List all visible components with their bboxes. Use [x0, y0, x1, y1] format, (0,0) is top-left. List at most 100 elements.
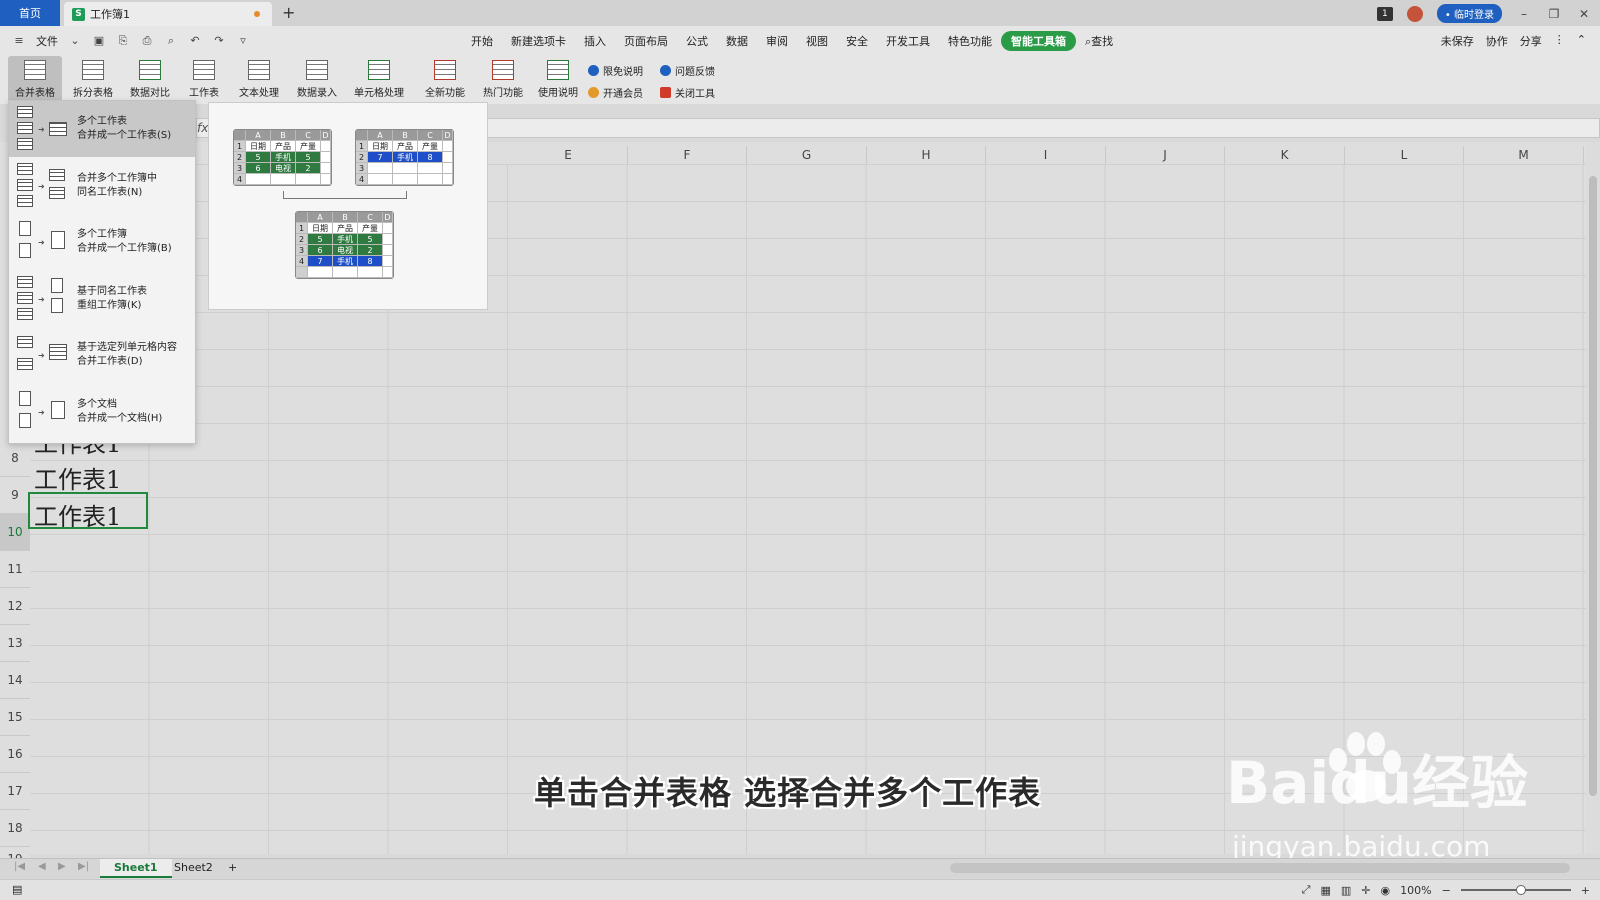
first-sheet-icon[interactable]: |◀	[14, 861, 25, 872]
print-preview-icon[interactable]: ⌕	[164, 34, 178, 48]
data-compare-button[interactable]: 数据对比	[122, 56, 178, 102]
cell-process-button[interactable]: 单元格处理	[348, 56, 410, 102]
zoom-level[interactable]: 100%	[1400, 884, 1431, 897]
menu-security[interactable]: 安全	[837, 31, 877, 51]
new-tab-button[interactable]: +	[282, 3, 295, 22]
row-header-16[interactable]: 16	[0, 736, 30, 773]
last-sheet-icon[interactable]: ▶|	[78, 861, 89, 872]
document-tab[interactable]: S 工作簿1	[64, 2, 272, 26]
normal-view-icon[interactable]: ▦	[1320, 884, 1330, 897]
fullscreen-icon[interactable]: ⤢	[1302, 883, 1311, 897]
zoom-out-icon[interactable]: −	[1442, 884, 1451, 897]
row-header-17[interactable]: 17	[0, 773, 30, 810]
horizontal-scrollbar[interactable]	[950, 863, 1570, 873]
avatar[interactable]	[1406, 5, 1423, 22]
more-icon[interactable]: ⋮	[1554, 33, 1565, 49]
merge-workbooks-item[interactable]: ➜ 多个工作簿 合并成一个工作簿(B)	[9, 214, 195, 270]
row-header-15[interactable]: 15	[0, 699, 30, 736]
zoom-in-icon[interactable]: +	[1581, 884, 1590, 897]
window-count-badge[interactable]: 1	[1376, 6, 1393, 21]
worksheet-button[interactable]: 工作表	[182, 56, 226, 102]
merge-sheets-to-one-item[interactable]: ➜ 多个工作表 合并成一个工作表(S)	[9, 101, 195, 157]
chevron-down-icon[interactable]: ⌄	[68, 34, 82, 48]
new-features-button[interactable]: 全新功能	[418, 56, 472, 102]
column-header-f[interactable]: F	[628, 146, 747, 164]
row-header-8[interactable]: 8	[0, 440, 30, 477]
menu-features[interactable]: 特色功能	[939, 31, 1001, 51]
redo-icon[interactable]: ↷	[212, 34, 226, 48]
home-tab[interactable]: 首页	[0, 0, 60, 26]
next-sheet-icon[interactable]: ▶	[58, 861, 66, 872]
usage-guide-button[interactable]: 使用说明	[536, 56, 580, 102]
data-entry-button[interactable]: 数据录入	[290, 56, 344, 102]
eye-protection-icon[interactable]: ◉	[1381, 884, 1391, 897]
undo-icon[interactable]: ↶	[188, 34, 202, 48]
prev-sheet-icon[interactable]: ◀	[38, 861, 46, 872]
merge-documents-item[interactable]: ➜ 多个文档 合并成一个文档(H)	[9, 384, 195, 440]
open-vip-link[interactable]: 开通会员	[588, 85, 643, 100]
column-header-g[interactable]: G	[747, 146, 867, 164]
customize-icon[interactable]: ▿	[236, 34, 250, 48]
column-header-j[interactable]: J	[1106, 146, 1225, 164]
restore-icon[interactable]: ❐	[1546, 7, 1562, 21]
vertical-scrollbar[interactable]	[1586, 142, 1600, 854]
close-icon[interactable]: ✕	[1576, 7, 1592, 21]
vertical-scroll-thumb[interactable]	[1589, 176, 1597, 796]
menu-review[interactable]: 审阅	[757, 31, 797, 51]
menu-start[interactable]: 开始	[462, 31, 502, 51]
fx-icon[interactable]: fx	[197, 121, 208, 135]
column-header-h[interactable]: H	[867, 146, 986, 164]
export-icon[interactable]: ⎘	[116, 34, 130, 48]
text-process-button[interactable]: 文本处理	[232, 56, 286, 102]
column-header-m[interactable]: M	[1464, 146, 1584, 164]
menu-page-layout[interactable]: 页面布局	[615, 31, 677, 51]
page-break-view-icon[interactable]: ▥	[1341, 884, 1351, 897]
reading-mode-icon[interactable]: ✛	[1361, 884, 1370, 897]
hamburger-icon[interactable]: ≡	[12, 34, 26, 48]
menu-new-tab[interactable]: 新建选项卡	[502, 31, 575, 51]
zoom-slider-knob[interactable]	[1515, 885, 1526, 895]
merge-same-name-sheets-item[interactable]: ➜ 合并多个工作簿中 同名工作表(N)	[9, 158, 195, 214]
menu-insert[interactable]: 插入	[575, 31, 615, 51]
menu-data[interactable]: 数据	[717, 31, 757, 51]
file-menu[interactable]: 文件	[36, 33, 58, 49]
zoom-slider[interactable]	[1460, 885, 1571, 895]
close-tool-link[interactable]: 关闭工具	[660, 85, 715, 100]
feedback-link[interactable]: 问题反馈	[660, 63, 715, 78]
cell-a9[interactable]: 工作表1	[34, 460, 121, 495]
column-header-i[interactable]: I	[986, 146, 1106, 164]
menu-formula[interactable]: 公式	[677, 31, 717, 51]
macro-record-icon[interactable]: ▤	[12, 883, 22, 896]
regroup-workbook-item[interactable]: ➜ 基于同名工作表 重组工作簿(K)	[9, 271, 195, 327]
by-column-line2: 合并工作表(D)	[77, 356, 143, 367]
menu-smart-toolbox[interactable]: 智能工具箱	[1001, 31, 1076, 51]
unsaved-button[interactable]: 未保存	[1441, 33, 1474, 49]
column-header-k[interactable]: K	[1225, 146, 1345, 164]
column-header-l[interactable]: L	[1345, 146, 1464, 164]
merge-tables-button[interactable]: 合并表格	[8, 56, 62, 102]
temp-login-button[interactable]: • 临时登录	[1436, 4, 1502, 23]
column-header-e[interactable]: E	[509, 146, 628, 164]
merge-bracket	[283, 191, 407, 199]
split-tables-button[interactable]: 拆分表格	[66, 56, 120, 102]
row-header-14[interactable]: 14	[0, 662, 30, 699]
row-header-18[interactable]: 18	[0, 810, 30, 847]
free-info-link[interactable]: 限免说明	[588, 63, 643, 78]
row-header-10[interactable]: 10	[0, 514, 30, 551]
row-header-9[interactable]: 9	[0, 477, 30, 514]
merge-by-column-item[interactable]: ➜ 基于选定列单元格内容 合并工作表(D)	[9, 327, 195, 383]
print-icon[interactable]: ⎙	[140, 34, 154, 48]
search-button[interactable]: ⌕查找	[1076, 31, 1122, 51]
row-header-11[interactable]: 11	[0, 551, 30, 588]
minimize-icon[interactable]: –	[1516, 7, 1532, 21]
collapse-ribbon-icon[interactable]: ⌃	[1577, 33, 1586, 49]
hot-features-button[interactable]: 热门功能	[476, 56, 530, 102]
row-header-12[interactable]: 12	[0, 588, 30, 625]
collab-button[interactable]: 协作	[1486, 33, 1508, 49]
add-sheet-icon[interactable]: +	[214, 859, 251, 878]
share-button[interactable]: 分享	[1520, 33, 1542, 49]
menu-developer[interactable]: 开发工具	[877, 31, 939, 51]
row-header-13[interactable]: 13	[0, 625, 30, 662]
save-icon[interactable]: ▣	[92, 34, 106, 48]
menu-view[interactable]: 视图	[797, 31, 837, 51]
